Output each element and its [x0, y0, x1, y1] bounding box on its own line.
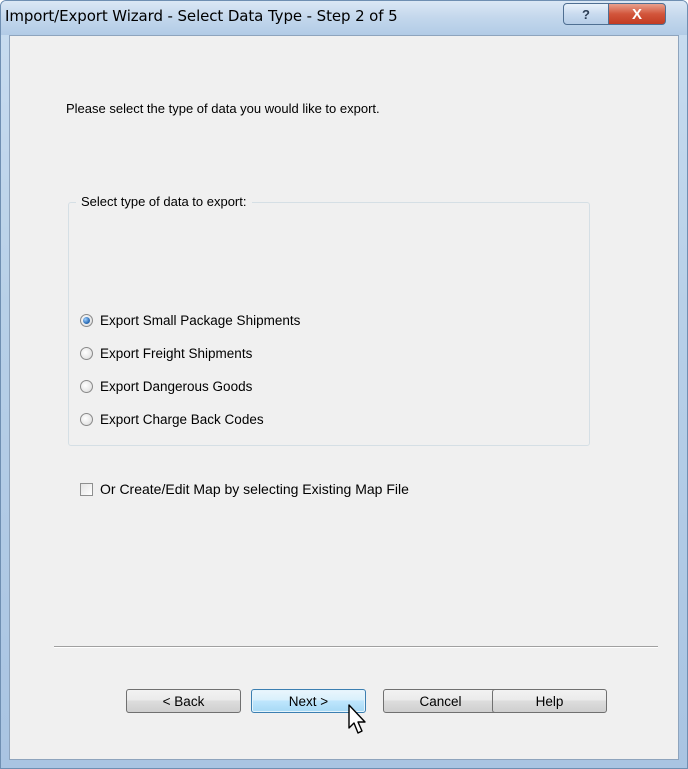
checkbox-label: Or Create/Edit Map by selecting Existing… — [100, 481, 409, 497]
radio-button[interactable] — [80, 346, 93, 360]
radio-label: Export Small Package Shipments — [100, 312, 301, 328]
cancel-button[interactable]: Cancel — [383, 689, 498, 713]
radio-label: Export Charge Back Codes — [100, 411, 264, 427]
existing-map-checkbox-row[interactable]: Or Create/Edit Map by selecting Existing… — [80, 480, 409, 498]
radio-freight[interactable]: Export Freight Shipments — [80, 344, 252, 362]
radio-charge-back-codes[interactable]: Export Charge Back Codes — [80, 410, 264, 428]
back-button[interactable]: < Back — [126, 689, 241, 713]
help-title-button[interactable]: ? — [563, 3, 609, 25]
radio-button-selected[interactable] — [80, 313, 93, 327]
radio-label: Export Freight Shipments — [100, 345, 253, 361]
close-button[interactable]: X — [608, 3, 666, 25]
help-button[interactable]: Help — [492, 689, 607, 713]
instruction-text: Please select the type of data you would… — [66, 101, 380, 116]
mouse-pointer-icon — [348, 704, 366, 734]
window-title: Import/Export Wizard - Select Data Type … — [5, 7, 398, 25]
radio-label: Export Dangerous Goods — [100, 378, 253, 394]
close-icon: X — [631, 5, 642, 23]
radio-button[interactable] — [80, 379, 93, 393]
title-bar[interactable]: Import/Export Wizard - Select Data Type … — [1, 1, 687, 35]
radio-dangerous-goods[interactable]: Export Dangerous Goods — [80, 377, 252, 395]
groupbox-title: Select type of data to export: — [76, 194, 252, 209]
radio-button[interactable] — [80, 412, 93, 426]
radio-small-package[interactable]: Export Small Package Shipments — [80, 311, 300, 329]
question-mark-icon: ? — [582, 6, 590, 22]
existing-map-checkbox[interactable] — [80, 482, 93, 496]
button-separator — [54, 646, 658, 648]
